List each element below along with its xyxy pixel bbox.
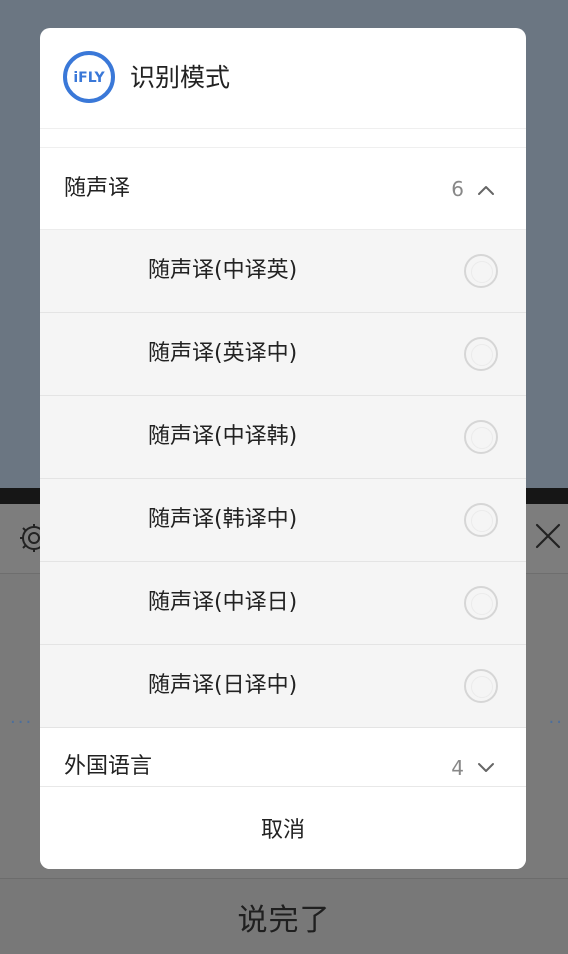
chevron-down-icon[interactable]: [476, 758, 496, 778]
option-label: 随声译(中译日): [148, 590, 298, 615]
radio-button[interactable]: [464, 586, 498, 620]
option-row[interactable]: 随声译(英译中): [40, 313, 526, 396]
radio-button[interactable]: [464, 669, 498, 703]
dialog-title: 识别模式: [130, 63, 231, 92]
group-label: 随声译: [64, 176, 131, 201]
ellipsis-decoration: ···: [10, 712, 34, 733]
group-count: 4: [451, 756, 464, 780]
option-label: 随声译(中译韩): [148, 424, 298, 449]
recognition-mode-dialog: iFLY 识别模式 随声译 6 随声译(中译英) 随声译(英译中) 随声译(中译…: [40, 28, 526, 869]
option-row[interactable]: 随声译(中译韩): [40, 396, 526, 479]
cancel-button[interactable]: 取消: [40, 786, 526, 869]
logo-text: iFLY: [73, 70, 105, 86]
group-row-suishengyi[interactable]: 随声译 6: [40, 148, 526, 230]
radio-button[interactable]: [464, 254, 498, 288]
iflytek-logo: iFLY: [63, 51, 115, 103]
option-label: 随声译(中译英): [148, 258, 298, 283]
done-button-label: 说完了: [237, 902, 331, 938]
ellipsis-decoration: ··: [548, 712, 564, 733]
cancel-label: 取消: [260, 818, 305, 843]
done-bar[interactable]: 说完了: [0, 878, 568, 954]
option-label: 随声译(日译中): [148, 673, 298, 698]
radio-button[interactable]: [464, 337, 498, 371]
option-label: 随声译(韩译中): [148, 507, 298, 532]
option-row[interactable]: 随声译(日译中): [40, 645, 526, 728]
option-row[interactable]: 随声译(韩译中): [40, 479, 526, 562]
dialog-header: iFLY 识别模式: [40, 28, 526, 128]
group-label: 外国语言: [64, 754, 153, 779]
option-list: 随声译(中译英) 随声译(英译中) 随声译(中译韩) 随声译(韩译中) 随声译(…: [40, 230, 526, 728]
option-row[interactable]: 随声译(中译日): [40, 562, 526, 645]
option-row[interactable]: 随声译(中译英): [40, 230, 526, 313]
radio-button[interactable]: [464, 420, 498, 454]
chevron-up-icon[interactable]: [476, 180, 496, 200]
group-row-foreign-languages[interactable]: 外国语言 4: [40, 728, 526, 786]
close-icon[interactable]: [534, 522, 562, 550]
option-label: 随声译(英译中): [148, 341, 298, 366]
header-separator: [40, 128, 526, 148]
radio-button[interactable]: [464, 503, 498, 537]
group-count: 6: [451, 177, 464, 201]
